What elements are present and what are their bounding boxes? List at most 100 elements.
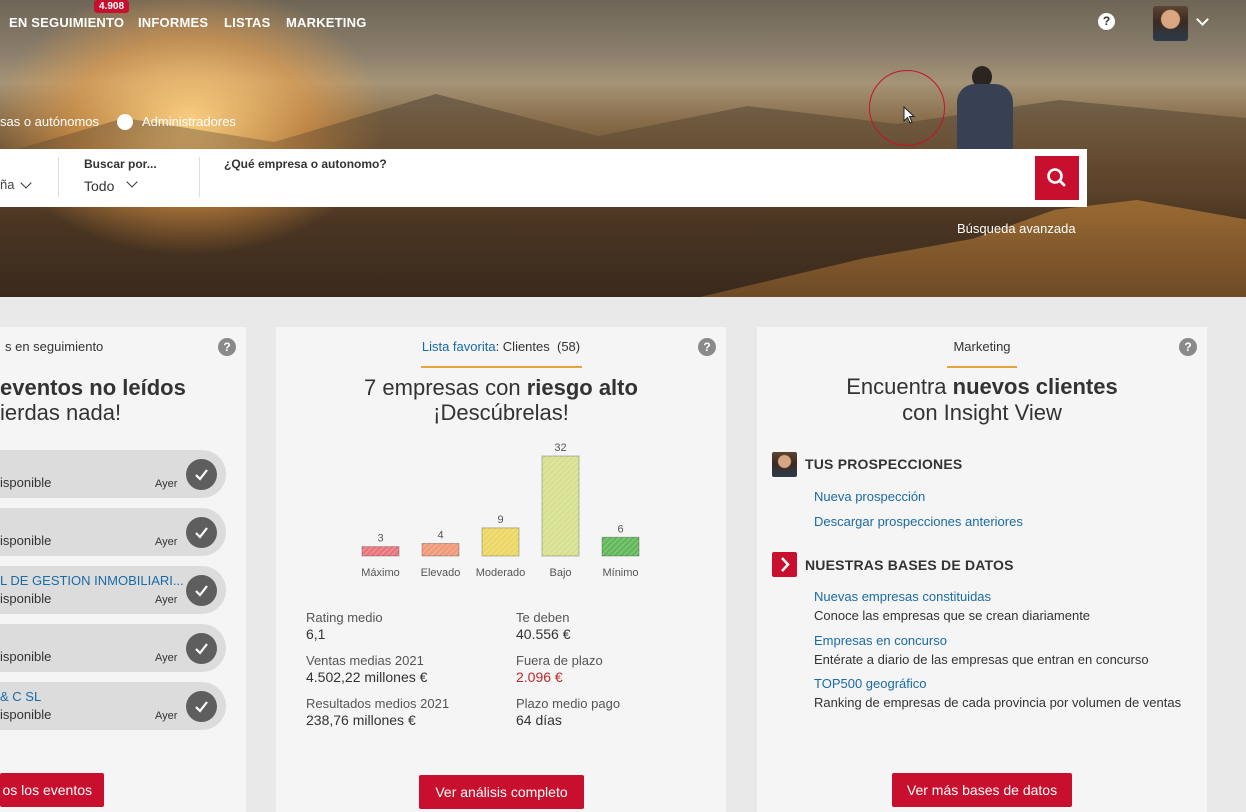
- download-prospections-link[interactable]: Descargar prospecciones anteriores: [814, 514, 1023, 529]
- check-icon[interactable]: [186, 459, 217, 490]
- cursor-arrow-icon: [903, 106, 916, 124]
- following-tab[interactable]: s en seguimiento: [5, 339, 103, 354]
- stat-value: 238,76 millones €: [306, 712, 416, 728]
- full-analysis-button[interactable]: Ver análisis completo: [419, 775, 584, 809]
- event-item[interactable]: & C SL isponible Ayer: [0, 682, 226, 730]
- category-label: Moderado: [476, 567, 526, 579]
- new-companies-link[interactable]: Nuevas empresas constituidas: [814, 589, 991, 604]
- favorite-list-card: Lista favorita: Clientes (58) ? 7 empres…: [276, 327, 726, 812]
- event-status: isponible: [0, 591, 52, 606]
- new-companies-desc: Conoce las empresas que se crean diariam…: [814, 608, 1091, 623]
- stat-value: 6,1: [306, 626, 326, 642]
- help-icon[interactable]: ?: [1098, 13, 1115, 30]
- bar-value-label: 6: [617, 523, 623, 535]
- bar-value-label: 4: [437, 530, 443, 542]
- event-status: isponible: [0, 649, 52, 664]
- check-icon[interactable]: [186, 575, 217, 606]
- bar-value-label: 9: [497, 514, 503, 526]
- favorite-list-count: (58): [557, 339, 581, 354]
- nav-en-seguimiento[interactable]: EN SEGUIMIENTO: [9, 15, 124, 30]
- advanced-search-link[interactable]: Búsqueda avanzada: [957, 221, 1076, 236]
- prospections-heading: TUS PROSPECCIONES: [805, 456, 963, 472]
- databases-heading: NUESTRAS BASES DE DATOS: [805, 557, 1014, 573]
- stat-label: Plazo medio pago: [516, 696, 621, 711]
- tab-marketing[interactable]: Marketing: [757, 339, 1207, 354]
- radio-administrators-label[interactable]: Administradores: [142, 114, 236, 129]
- search-query-label: ¿Qué empresa o autonomo?: [224, 157, 387, 171]
- following-card: s en seguimiento ? eventos no leídos ier…: [0, 327, 246, 812]
- check-icon[interactable]: [186, 691, 217, 722]
- search-by-select[interactable]: Todo: [84, 178, 114, 194]
- help-icon[interactable]: ?: [698, 338, 716, 356]
- bankruptcy-companies-desc: Entérate a diario de las empresas que en…: [814, 652, 1149, 667]
- favorite-list-link[interactable]: Lista favorita: [422, 339, 496, 354]
- chevron-down-icon[interactable]: [20, 177, 32, 189]
- top-nav: EN SEGUIMIENTO 4.908 INFORMES LISTAS MAR…: [0, 0, 1246, 46]
- hiker-figure: [952, 66, 1018, 156]
- stat-label: Ventas medias 2021: [306, 653, 424, 668]
- event-status: isponible: [0, 707, 52, 722]
- risk-title: 7 empresas con riesgo alto: [364, 375, 638, 400]
- user-avatar[interactable]: [1153, 6, 1188, 41]
- bankruptcy-companies-link[interactable]: Empresas en concurso: [814, 633, 947, 648]
- overdue-value: 2.096 €: [516, 669, 563, 685]
- tab-underline: [421, 366, 582, 368]
- stat-value: 40.556 €: [516, 626, 571, 642]
- stat-label: Fuera de plazo: [516, 653, 603, 668]
- bar-hatch: [542, 456, 579, 556]
- marketing-card: Marketing ? Encuentra nuevos clientes co…: [757, 327, 1207, 812]
- event-item[interactable]: L DE GESTION INMOBILIARI... isponible Ay…: [0, 566, 226, 614]
- top500-desc: Ranking de empresas de cada provincia po…: [814, 695, 1182, 710]
- divider: [199, 157, 200, 197]
- bar-value-label: 32: [554, 442, 566, 454]
- search-by-label: Buscar por...: [84, 157, 157, 171]
- bar-value-label: 3: [377, 533, 383, 545]
- bar-hatch: [422, 543, 459, 556]
- radio-administrators[interactable]: [117, 114, 133, 130]
- stat-label: Te deben: [516, 610, 570, 625]
- event-title[interactable]: L DE GESTION INMOBILIARI...: [0, 573, 184, 588]
- unread-events-heading: eventos no leídos: [0, 375, 186, 400]
- risk-bar-chart: 3 Máximo 4 Elevado 9 Moderado 32 Bajo 6 Mínimo: [361, 442, 640, 579]
- help-icon[interactable]: ?: [1179, 338, 1197, 356]
- event-date: Ayer: [155, 594, 178, 606]
- top500-link[interactable]: TOP500 geográfico: [814, 676, 927, 691]
- unread-events-subheading: ierdas nada!: [0, 400, 122, 425]
- stat-value: 64 días: [516, 712, 562, 728]
- category-label: Elevado: [421, 567, 461, 579]
- chevron-right-icon: [772, 552, 797, 577]
- event-item[interactable]: isponible Ayer: [0, 450, 226, 498]
- event-status: isponible: [0, 475, 52, 490]
- help-icon[interactable]: ?: [218, 338, 236, 356]
- event-title[interactable]: & C SL: [0, 689, 41, 704]
- stat-label: Rating medio: [306, 610, 383, 625]
- marketing-subtitle: con Insight View: [902, 400, 1062, 425]
- chevron-down-icon[interactable]: [1196, 13, 1209, 26]
- chevron-down-icon[interactable]: [126, 176, 138, 188]
- more-databases-button[interactable]: Ver más bases de datos: [892, 773, 1072, 807]
- radio-companies-label[interactable]: sas o autónomos: [0, 114, 99, 129]
- event-date: Ayer: [155, 652, 178, 664]
- stat-label: Resultados medios 2021: [306, 696, 450, 711]
- search-bar: ña Buscar por... Todo ¿Qué empresa o aut…: [0, 149, 1087, 207]
- search-input[interactable]: [224, 174, 1014, 200]
- category-label: Bajo: [549, 567, 571, 579]
- search-button[interactable]: [1035, 156, 1079, 200]
- tab-underline: [947, 366, 1017, 368]
- nav-informes[interactable]: INFORMES: [138, 15, 208, 30]
- bar-hatch: [602, 537, 639, 556]
- check-icon[interactable]: [186, 633, 217, 664]
- search-icon: [1047, 168, 1066, 187]
- avatar: [772, 452, 797, 477]
- event-item[interactable]: isponible Ayer: [0, 624, 226, 672]
- new-prospection-link[interactable]: Nueva prospección: [814, 489, 925, 504]
- category-label: Mínimo: [602, 567, 638, 579]
- country-select-value[interactable]: ña: [0, 177, 14, 192]
- nav-listas[interactable]: LISTAS: [224, 15, 270, 30]
- event-item[interactable]: isponible Ayer: [0, 508, 226, 556]
- check-icon[interactable]: [186, 517, 217, 548]
- category-label: Máximo: [361, 567, 400, 579]
- all-events-button[interactable]: os los eventos: [0, 773, 104, 807]
- foreground-hill: [700, 200, 1246, 297]
- nav-marketing[interactable]: MARKETING: [286, 15, 367, 30]
